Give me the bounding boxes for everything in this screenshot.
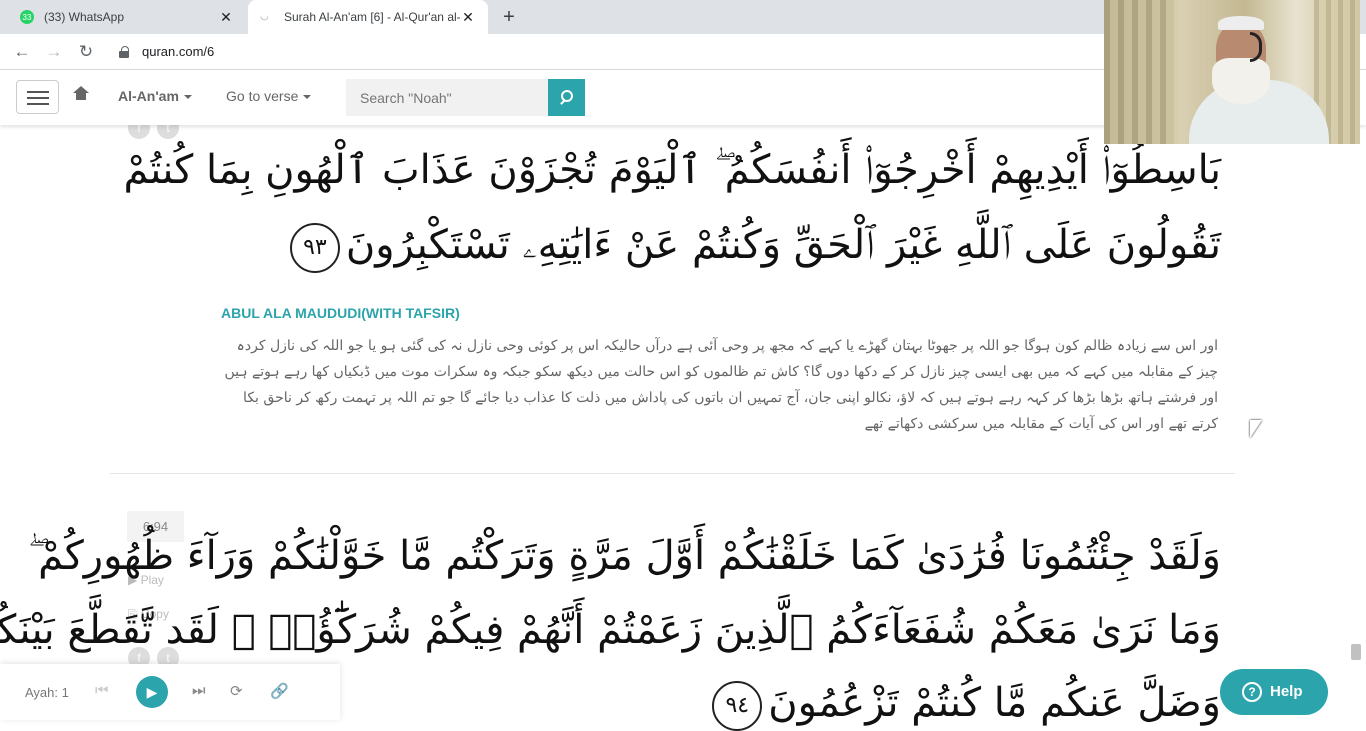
help-label: Help bbox=[1270, 683, 1303, 700]
lock-icon bbox=[119, 46, 129, 58]
go-to-verse-dropdown[interactable]: Go to verse bbox=[226, 88, 312, 104]
translation-text: اور اس سے زیادہ ظالم کون ہوگا جو اللہ پر… bbox=[224, 338, 1218, 432]
search-button[interactable] bbox=[548, 79, 585, 116]
verse-93-line-2-text: تَقُولُونَ عَلَى ٱللَّهِ غَيْرَ ٱلْحَقِّ… bbox=[345, 222, 1221, 268]
verse-93-line-2: تَقُولُونَ عَلَى ٱللَّهِ غَيْرَ ٱلْحَقِّ… bbox=[284, 222, 1221, 273]
next-icon[interactable]: ⏭ bbox=[192, 682, 206, 699]
webcam-overlay bbox=[1104, 0, 1360, 144]
mouse-cursor-icon bbox=[1250, 420, 1262, 438]
surah-dropdown-label: Al-An'am bbox=[118, 88, 179, 104]
tab-title: (33) WhatsApp bbox=[44, 10, 125, 24]
verse-94-line-2: وَمَا نَرَىٰ مَعَكُمْ شُفَعَآءَكُمُ ٱلَّ… bbox=[0, 607, 1221, 653]
chevron-down-icon bbox=[183, 95, 192, 100]
tab-whatsapp[interactable]: 33 (33) WhatsApp ✕ bbox=[8, 0, 246, 34]
translator-name: ABUL ALA MAUDUDI(WITH TAFSIR) bbox=[221, 305, 460, 321]
quran-favicon-icon: ◡ bbox=[260, 11, 269, 22]
ayah-counter: Ayah: 1 bbox=[25, 685, 69, 700]
back-arrow-icon[interactable]: ← bbox=[10, 40, 34, 64]
forward-arrow-icon[interactable]: → bbox=[42, 40, 66, 64]
whatsapp-icon: 33 bbox=[20, 10, 34, 24]
verse-94-line-1: وَلَقَدْ جِئْتُمُونَا فُرَٰدَىٰ كَمَا خَ… bbox=[28, 533, 1221, 579]
reload-icon[interactable]: ↻ bbox=[74, 40, 98, 64]
main-content: f t بَاسِطُوٓا۟ أَيْدِيهِمْ أَخْرِجُوٓا۟… bbox=[0, 117, 1366, 731]
search-input[interactable] bbox=[346, 79, 548, 116]
close-icon[interactable]: ✕ bbox=[460, 9, 476, 26]
go-to-verse-label: Go to verse bbox=[226, 88, 299, 104]
tab-quran[interactable]: ◡ Surah Al-An'am [6] - Al-Qur'an al-Kare… bbox=[248, 0, 488, 34]
question-icon: ? bbox=[1242, 682, 1262, 702]
verse-94-line-3-text: وَضَلَّ عَنكُم مَّا كُنتُمْ تَزْعُمُونَ bbox=[768, 680, 1221, 726]
divider bbox=[110, 473, 1235, 474]
close-icon[interactable]: ✕ bbox=[218, 9, 234, 26]
play-button[interactable]: ▶ bbox=[136, 676, 168, 708]
chevron-down-icon bbox=[303, 95, 312, 100]
menu-button[interactable] bbox=[16, 80, 59, 114]
home-icon[interactable] bbox=[73, 86, 89, 102]
scrollbar-thumb[interactable] bbox=[1351, 644, 1361, 660]
help-button[interactable]: ? Help bbox=[1220, 669, 1328, 715]
ayah-number-badge: ٩٣ bbox=[289, 223, 340, 273]
ayah-number-badge: ٩٤ bbox=[712, 681, 763, 731]
surah-dropdown[interactable]: Al-An'am bbox=[118, 88, 192, 104]
previous-icon[interactable]: ⏮ bbox=[95, 682, 109, 699]
repeat-icon[interactable]: ⟳ bbox=[230, 682, 243, 700]
verse-93-line-1: بَاسِطُوٓا۟ أَيْدِيهِمْ أَخْرِجُوٓا۟ أَن… bbox=[123, 147, 1222, 193]
new-tab-button[interactable]: + bbox=[498, 6, 520, 28]
url-field[interactable]: quran.com/6 bbox=[142, 44, 214, 59]
verse-94-line-3: وَضَلَّ عَنكُم مَّا كُنتُمْ تَزْعُمُونَ٩… bbox=[706, 680, 1221, 731]
audio-player: Ayah: 1 ⏮ ▶ ⏭ ⟳ 🔗 bbox=[0, 664, 340, 720]
link-icon[interactable]: 🔗 bbox=[270, 682, 289, 700]
tab-title: Surah Al-An'am [6] - Al-Qur'an al-Kareem bbox=[284, 10, 460, 24]
